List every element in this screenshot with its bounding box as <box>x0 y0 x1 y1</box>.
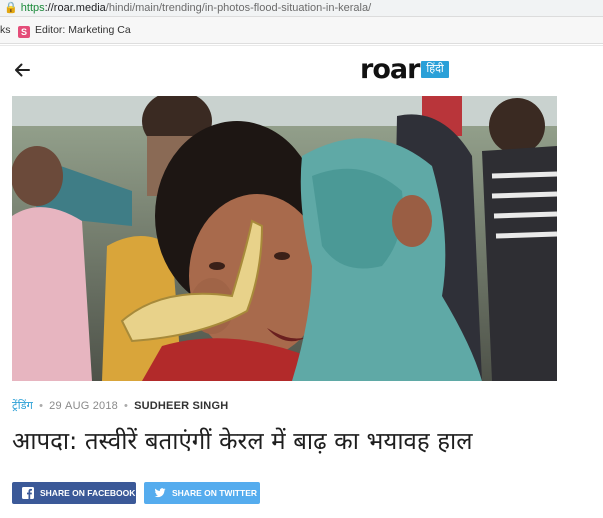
site-header: roar हिंदी <box>0 46 603 96</box>
url-path: /hindi/main/trending/in-photos-flood-sit… <box>105 2 372 14</box>
hero-image <box>12 96 557 381</box>
share-twitter-label: SHARE ON TWITTER <box>172 488 257 498</box>
lock-icon: 🔒 <box>4 2 18 14</box>
share-twitter-button[interactable]: SHARE ON TWITTER <box>144 482 260 504</box>
back-arrow-icon[interactable] <box>12 60 32 80</box>
article-headline: आपदा: तस्वीरें बताएंगीं केरल में बाढ़ का… <box>12 427 473 455</box>
bookmarks-bar: ks S Editor: Marketing Ca <box>0 17 603 44</box>
category-link[interactable]: ट्रेंडिंग <box>12 400 33 412</box>
bookmark-truncated[interactable]: ks <box>0 17 11 43</box>
article-meta: ट्रेंडिंग • 29 AUG 2018 • SUDHEER SINGH <box>12 398 228 414</box>
url-separator: :// <box>44 2 54 14</box>
share-facebook-button[interactable]: SHARE ON FACEBOOK <box>12 482 136 504</box>
author-link[interactable]: SUDHEER SINGH <box>134 400 228 412</box>
bookmark-editor-marketing[interactable]: S Editor: Marketing Ca <box>18 17 131 43</box>
publish-date: 29 AUG 2018 <box>49 400 118 412</box>
url-domain: roar.media <box>53 2 106 14</box>
share-facebook-label: SHARE ON FACEBOOK <box>40 488 136 498</box>
address-bar[interactable]: 🔒 https://roar.media/hindi/main/trending… <box>0 0 603 17</box>
meta-separator-dot: • <box>124 400 129 412</box>
logo-language-badge: हिंदी <box>421 61 449 78</box>
bookmark-label: Editor: Marketing Ca <box>35 24 131 36</box>
site-logo[interactable]: roar हिंदी <box>360 56 449 84</box>
bookmark-favicon-icon: S <box>18 26 30 38</box>
facebook-icon <box>22 487 34 499</box>
meta-separator-dot: • <box>39 400 44 412</box>
logo-wordmark: roar <box>360 54 420 85</box>
twitter-icon <box>154 488 166 498</box>
url-scheme: https <box>20 2 45 14</box>
